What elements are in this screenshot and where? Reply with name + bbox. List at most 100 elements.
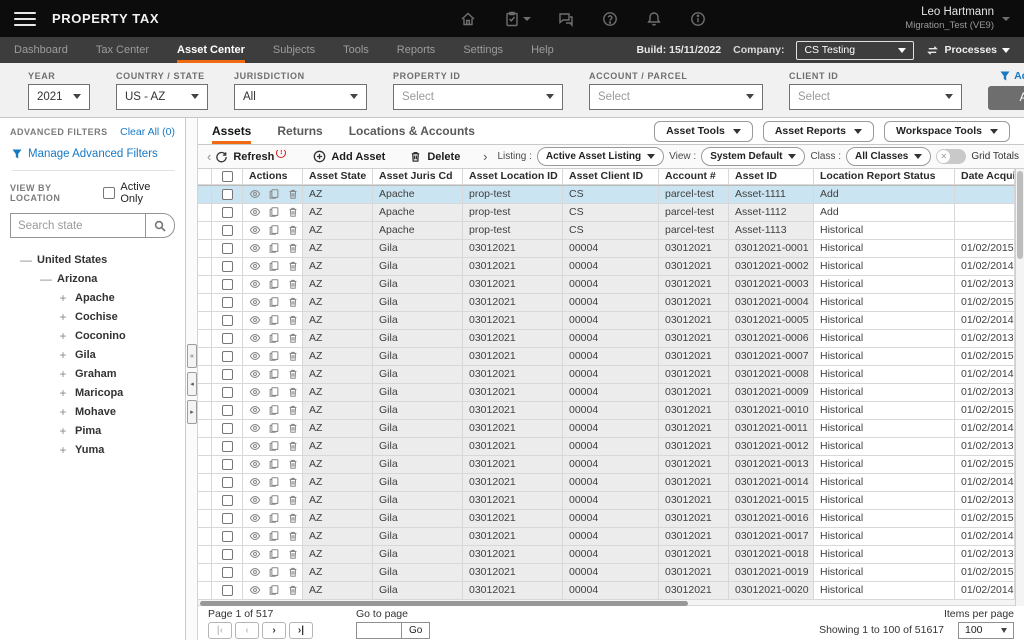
table-row[interactable]: AZGila03012021000040301202103012021-0008…: [198, 366, 1015, 384]
table-row[interactable]: AZGila03012021000040301202103012021-0006…: [198, 330, 1015, 348]
panel-splitter[interactable]: « ◂ ▸: [186, 118, 198, 640]
tab-locations-accounts[interactable]: Locations & Accounts: [349, 118, 475, 144]
advanced-filters-link[interactable]: Advanced (0): [1000, 70, 1024, 82]
row-actions[interactable]: [243, 204, 303, 222]
tree-item-apache[interactable]: +Apache: [10, 288, 175, 307]
row-actions[interactable]: [243, 294, 303, 312]
expand-icon[interactable]: +: [58, 291, 68, 305]
row-actions[interactable]: [243, 384, 303, 402]
tasks-icon[interactable]: [503, 10, 531, 28]
table-row[interactable]: AZGila03012021000040301202103012021-0018…: [198, 546, 1015, 564]
table-row[interactable]: AZGila03012021000040301202103012021-0011…: [198, 420, 1015, 438]
row-checkbox[interactable]: [212, 384, 243, 402]
select-all-checkbox[interactable]: [212, 169, 243, 185]
tree-item-arizona[interactable]: —Arizona: [10, 269, 175, 288]
table-row[interactable]: AZGila03012021000040301202103012021-0012…: [198, 438, 1015, 456]
column-header-actions[interactable]: Actions: [243, 169, 303, 185]
toolbar-scroll-right-icon[interactable]: ›: [479, 149, 491, 164]
tree-item-graham[interactable]: +Graham: [10, 364, 175, 383]
expand-icon[interactable]: +: [58, 367, 68, 381]
nav-item-tax-center[interactable]: Tax Center: [96, 37, 149, 63]
row-actions[interactable]: [243, 456, 303, 474]
expand-icon[interactable]: +: [58, 386, 68, 400]
expand-icon[interactable]: +: [58, 424, 68, 438]
column-header-asset-state[interactable]: Asset State: [303, 169, 373, 185]
row-checkbox[interactable]: [212, 276, 243, 294]
view-select[interactable]: System Default: [701, 147, 805, 166]
listing-select[interactable]: Active Asset Listing: [537, 147, 664, 166]
tab-assets[interactable]: Assets: [212, 118, 251, 144]
row-checkbox[interactable]: [212, 456, 243, 474]
row-actions[interactable]: [243, 276, 303, 294]
table-row[interactable]: AZGila03012021000040301202103012021-0002…: [198, 258, 1015, 276]
row-actions[interactable]: [243, 474, 303, 492]
search-button[interactable]: [145, 213, 175, 238]
table-row[interactable]: AZApacheprop-testCSparcel-testAsset-1112…: [198, 204, 1015, 222]
collapse-left-button[interactable]: ◂: [187, 372, 197, 396]
row-checkbox[interactable]: [212, 546, 243, 564]
row-actions[interactable]: [243, 510, 303, 528]
table-row[interactable]: AZGila03012021000040301202103012021-0017…: [198, 528, 1015, 546]
tree-item-maricopa[interactable]: +Maricopa: [10, 383, 175, 402]
nav-item-subjects[interactable]: Subjects: [273, 37, 315, 63]
tree-item-yuma[interactable]: +Yuma: [10, 440, 175, 459]
table-row[interactable]: AZGila03012021000040301202103012021-0005…: [198, 312, 1015, 330]
column-header-asset-client-id[interactable]: Asset Client ID: [563, 169, 659, 185]
table-row[interactable]: AZGila03012021000040301202103012021-0001…: [198, 240, 1015, 258]
row-checkbox[interactable]: [212, 204, 243, 222]
table-row[interactable]: AZGila03012021000040301202103012021-0015…: [198, 492, 1015, 510]
row-checkbox[interactable]: [212, 420, 243, 438]
row-checkbox[interactable]: [212, 492, 243, 510]
expand-icon[interactable]: +: [58, 329, 68, 343]
row-checkbox[interactable]: [212, 474, 243, 492]
row-checkbox[interactable]: [212, 222, 243, 240]
row-actions[interactable]: [243, 330, 303, 348]
workspace-tools-button[interactable]: Workspace Tools: [884, 121, 1010, 142]
asset-tools-button[interactable]: Asset Tools: [654, 121, 753, 142]
processes-button[interactable]: Processes: [926, 44, 1010, 57]
row-actions[interactable]: [243, 438, 303, 456]
prev-page-button[interactable]: ‹: [235, 622, 259, 639]
tree-item-gila[interactable]: +Gila: [10, 345, 175, 364]
first-page-button[interactable]: |‹: [208, 622, 232, 639]
filter-select-jurisdiction[interactable]: All: [234, 84, 367, 110]
row-actions[interactable]: [243, 258, 303, 276]
items-per-page-select[interactable]: 100: [958, 622, 1014, 639]
column-header-account-[interactable]: Account #: [659, 169, 729, 185]
row-actions[interactable]: [243, 528, 303, 546]
row-actions[interactable]: [243, 546, 303, 564]
row-checkbox[interactable]: [212, 366, 243, 384]
row-checkbox[interactable]: [212, 528, 243, 546]
home-icon[interactable]: [459, 10, 477, 28]
nav-item-settings[interactable]: Settings: [463, 37, 503, 63]
row-actions[interactable]: [243, 564, 303, 582]
add-asset-button[interactable]: Add Asset: [313, 150, 385, 163]
row-actions[interactable]: [243, 222, 303, 240]
asset-reports-button[interactable]: Asset Reports: [763, 121, 874, 142]
nav-item-help[interactable]: Help: [531, 37, 554, 63]
tree-item-united-states[interactable]: —United States: [10, 250, 175, 269]
goto-page-input[interactable]: [356, 622, 402, 639]
row-checkbox[interactable]: [212, 348, 243, 366]
column-header-date-acquired[interactable]: Date Acquired: [955, 169, 1015, 185]
delete-button[interactable]: Delete: [409, 150, 460, 163]
tree-item-coconino[interactable]: +Coconino: [10, 326, 175, 345]
table-row[interactable]: AZGila03012021000040301202103012021-0004…: [198, 294, 1015, 312]
tree-item-cochise[interactable]: +Cochise: [10, 307, 175, 326]
row-actions[interactable]: [243, 348, 303, 366]
row-checkbox[interactable]: [212, 186, 243, 204]
tab-returns[interactable]: Returns: [277, 118, 322, 144]
active-only-checkbox[interactable]: Active Only: [103, 181, 175, 205]
row-actions[interactable]: [243, 492, 303, 510]
row-checkbox[interactable]: [212, 312, 243, 330]
row-actions[interactable]: [243, 240, 303, 258]
row-actions[interactable]: [243, 312, 303, 330]
row-checkbox[interactable]: [212, 258, 243, 276]
row-checkbox[interactable]: [212, 402, 243, 420]
table-row[interactable]: AZGila03012021000040301202103012021-0019…: [198, 564, 1015, 582]
manage-advanced-filters-link[interactable]: Manage Advanced Filters: [28, 148, 158, 160]
nav-item-tools[interactable]: Tools: [343, 37, 369, 63]
filter-select-client-id[interactable]: Select: [789, 84, 962, 110]
row-actions[interactable]: [243, 420, 303, 438]
next-page-button[interactable]: ›: [262, 622, 286, 639]
